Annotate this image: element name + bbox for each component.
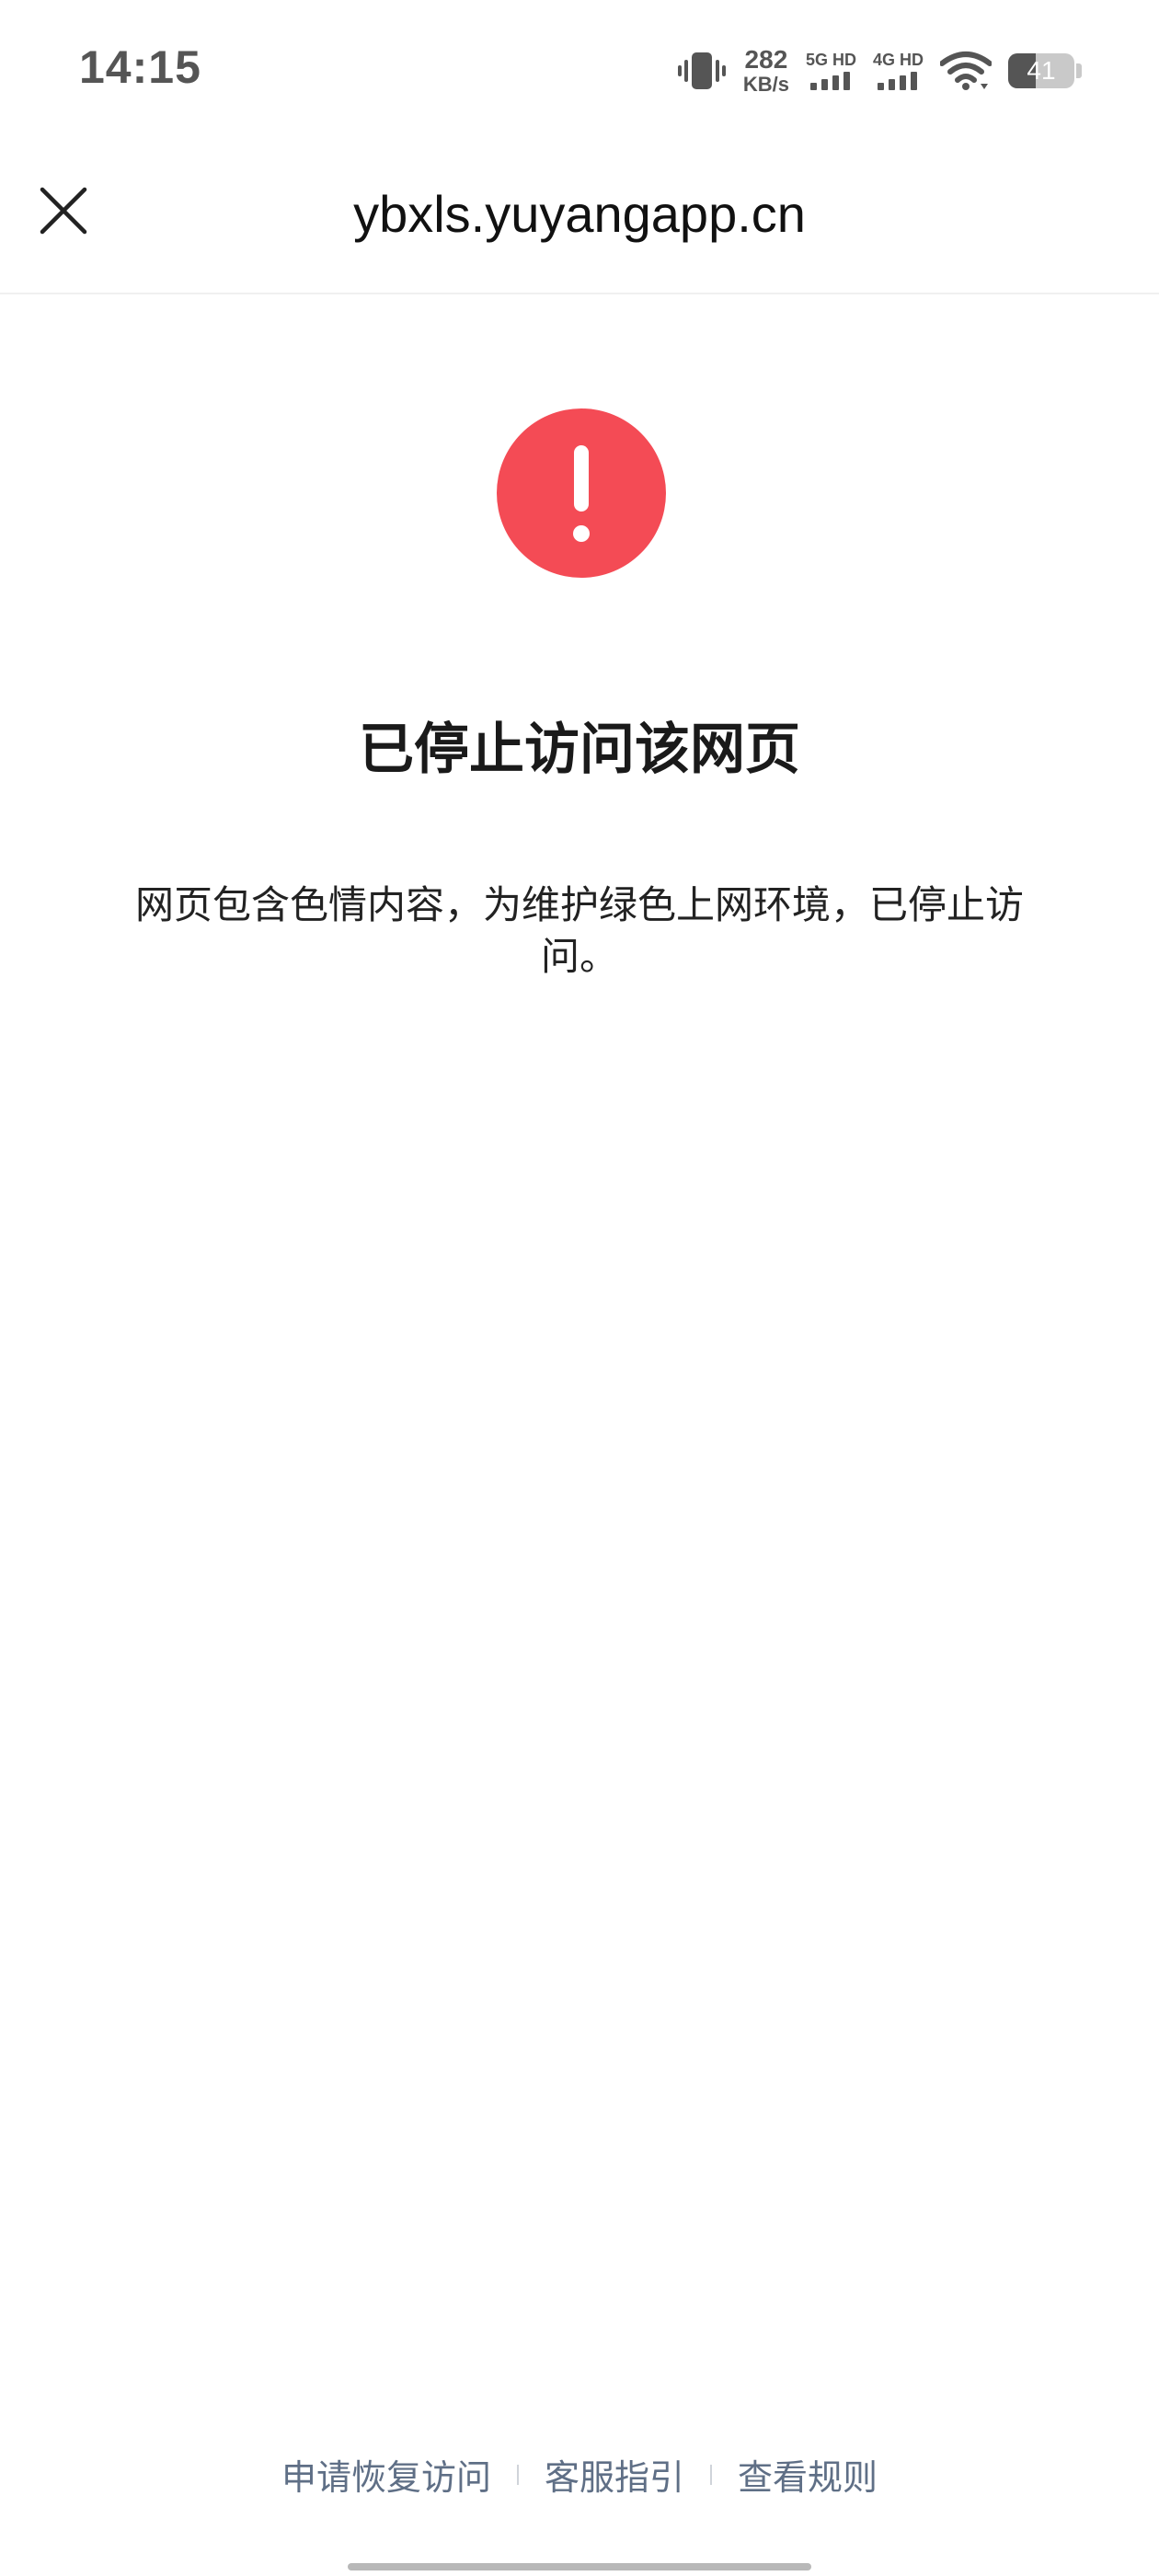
request-restore-access-link[interactable]: 申请恢复访问 xyxy=(269,2449,504,2500)
signal-bars-icon xyxy=(810,72,851,90)
status-bar: 14:15 282 KB/s 5G HD 4G HD 41 xyxy=(0,0,1159,138)
view-rules-link[interactable]: 查看规则 xyxy=(725,2449,890,2500)
wifi-icon xyxy=(940,51,992,91)
page-title: 已停止访问该网页 xyxy=(359,718,800,782)
home-indicator[interactable] xyxy=(348,2563,811,2570)
signal-bars-icon xyxy=(878,72,918,90)
network-speed-unit: KB/s xyxy=(742,73,789,96)
status-time: 14:15 xyxy=(79,41,201,93)
status-icons: 282 KB/s 5G HD 4G HD 41 xyxy=(677,39,1082,103)
page-message: 网页包含色情内容，为维护绿色上网环境，已停止访问。 xyxy=(134,882,1024,979)
warning-icon xyxy=(497,408,666,578)
network-speed: 282 KB/s xyxy=(743,47,789,95)
battery-level: 41 xyxy=(1027,56,1056,85)
sim1-label: 5G HD xyxy=(805,51,856,69)
footer-divider xyxy=(710,2464,712,2485)
network-speed-value: 282 xyxy=(744,45,788,74)
page-url: ybxls.yuyangapp.cn xyxy=(353,185,806,243)
sim1-signal: 5G HD xyxy=(806,52,856,90)
battery-cap xyxy=(1076,63,1082,78)
customer-service-guide-link[interactable]: 客服指引 xyxy=(532,2449,697,2500)
close-button[interactable] xyxy=(35,184,92,241)
battery-icon: 41 xyxy=(1008,53,1074,88)
footer-links: 申请恢复访问 客服指引 查看规则 xyxy=(0,2449,1159,2500)
sim2-label: 4G HD xyxy=(872,51,924,69)
vibrate-icon xyxy=(677,51,727,91)
close-icon xyxy=(40,187,87,238)
sim2-signal: 4G HD xyxy=(873,52,924,90)
header-bar: ybxls.yuyangapp.cn xyxy=(0,138,1159,294)
footer-divider xyxy=(516,2464,519,2485)
